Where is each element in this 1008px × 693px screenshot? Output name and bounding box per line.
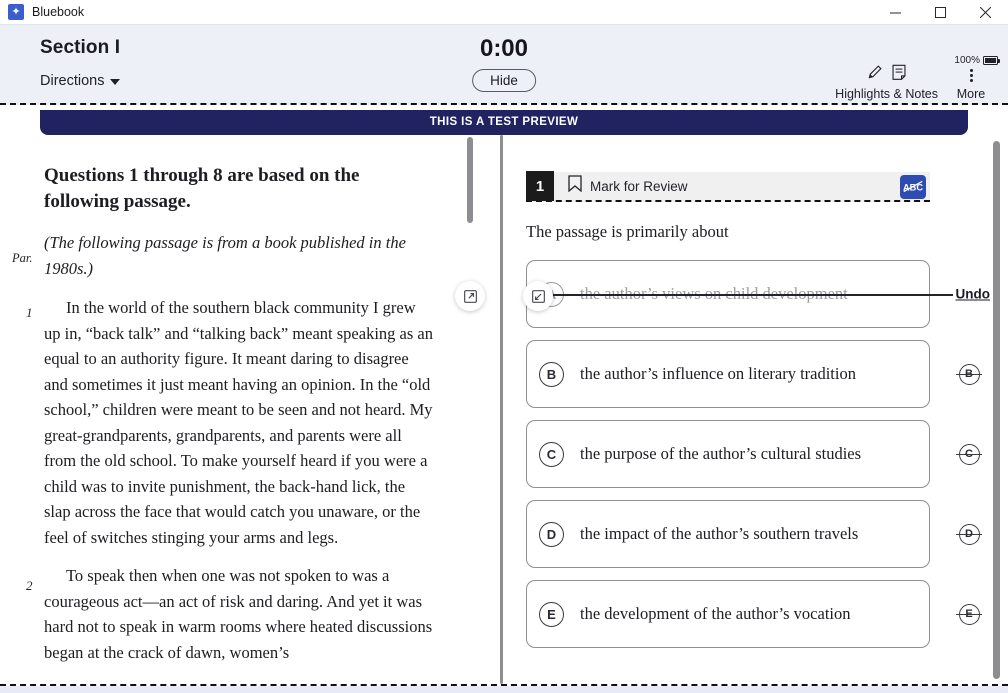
choice-row-b: B the author’s influence on literary tra…	[526, 340, 982, 408]
passage-paragraph-2: To speak then when one was not spoken to…	[44, 566, 433, 662]
main-content-area: Par. 1 2 Questions 1 through 8 are based…	[0, 135, 1008, 686]
highlighter-pen-icon	[866, 64, 883, 86]
minimize-icon[interactable]	[873, 0, 918, 25]
choice-row-a: A the author’s views on child developmen…	[526, 260, 990, 328]
answer-choice-b[interactable]: B the author’s influence on literary tra…	[526, 340, 930, 408]
choice-row-d: D the impact of the author’s southern tr…	[526, 500, 982, 568]
close-icon[interactable]	[963, 0, 1008, 25]
expand-right-panel-icon[interactable]	[523, 281, 553, 311]
test-preview-banner-wrap: THIS IS A TEST PREVIEW	[0, 105, 1008, 135]
eliminate-letter-c: C	[958, 443, 980, 465]
notes-page-icon	[891, 64, 907, 86]
footer-bar	[0, 686, 1008, 693]
question-stem: The passage is primarily about	[526, 222, 729, 241]
eliminate-letter-b: B	[958, 363, 980, 385]
svg-text:ABC: ABC	[903, 183, 923, 193]
passage-heading: Questions 1 through 8 are based on the f…	[44, 165, 360, 212]
paragraph-marker-label: Par.	[12, 251, 33, 265]
choice-text-b: the author’s influence on literary tradi…	[580, 364, 856, 384]
passage-paragraph-1: In the world of the southern black commu…	[44, 298, 433, 547]
bluebook-logo-icon: ✦	[8, 4, 24, 20]
test-preview-banner: THIS IS A TEST PREVIEW	[40, 110, 968, 135]
choice-text-a: the author’s views on child development	[580, 284, 848, 304]
mark-for-review-label: Mark for Review	[590, 178, 688, 194]
eliminate-letter-d: D	[958, 523, 980, 545]
paragraph-number-1: 1	[26, 305, 33, 320]
logo-glyph: ✦	[11, 5, 21, 18]
battery-icon	[983, 56, 1000, 65]
passage-intro-note: (The following passage is from a book pu…	[44, 233, 406, 278]
directions-dropdown[interactable]: Directions	[40, 73, 121, 89]
passage-pane: Par. 1 2 Questions 1 through 8 are based…	[0, 135, 482, 684]
answer-choice-a[interactable]: A the author’s views on child developmen…	[526, 260, 930, 328]
answer-choice-c[interactable]: C the purpose of the author’s cultural s…	[526, 420, 930, 488]
choice-letter-b: B	[539, 361, 564, 387]
expand-left-panel-icon[interactable]	[455, 281, 485, 311]
chevron-down-icon	[110, 79, 121, 85]
eliminate-choice-d-button[interactable]: D	[956, 521, 982, 547]
window-title-bar: ✦ Bluebook	[0, 0, 1008, 25]
passage-scrollbar-thumb[interactable]	[467, 137, 473, 223]
choice-row-e: E the development of the author’s vocati…	[526, 580, 982, 648]
more-menu-button[interactable]: More	[946, 65, 996, 101]
choice-letter-c: C	[539, 441, 564, 467]
answer-choice-d[interactable]: D the impact of the author’s southern tr…	[526, 500, 930, 568]
eliminate-letter-e: E	[958, 603, 980, 625]
highlights-notes-button[interactable]: Highlights & Notes	[835, 64, 938, 101]
choice-text-e: the development of the author’s vocation	[580, 604, 851, 624]
choice-letter-e: E	[539, 601, 564, 627]
bookmark-icon	[568, 175, 582, 197]
more-label: More	[956, 87, 986, 101]
undo-elimination-a-button[interactable]: Undo	[952, 286, 990, 302]
question-panel: 1 Mark for Review ABC The passage is pri…	[482, 135, 1008, 648]
mark-for-review-button[interactable]: Mark for Review	[568, 175, 688, 197]
directions-label: Directions	[40, 73, 105, 89]
choice-row-c: C the purpose of the author’s cultural s…	[526, 420, 982, 488]
app-title: Bluebook	[32, 5, 85, 19]
question-header: 1 Mark for Review ABC	[526, 171, 930, 202]
eliminate-choice-e-button[interactable]: E	[956, 601, 982, 627]
more-vertical-dots-icon	[946, 65, 996, 85]
eliminate-choice-c-button[interactable]: C	[956, 441, 982, 467]
passage-text-container: Questions 1 through 8 are based on the f…	[0, 135, 482, 665]
eliminate-choice-b-button[interactable]: B	[956, 361, 982, 387]
answer-choice-e[interactable]: E the development of the author’s vocati…	[526, 580, 930, 648]
choice-text-c: the purpose of the author’s cultural stu…	[580, 444, 862, 464]
maximize-icon[interactable]	[918, 0, 963, 25]
question-pane: 1 Mark for Review ABC The passage is pri…	[482, 135, 1008, 684]
question-scrollbar-thumb[interactable]	[993, 141, 1000, 679]
choice-letter-d: D	[539, 521, 564, 547]
question-number-badge: 1	[526, 171, 554, 201]
paragraph-number-2: 2	[26, 578, 33, 593]
choice-text-d: the impact of the author’s southern trav…	[580, 524, 859, 544]
hide-timer-button[interactable]: Hide	[472, 69, 536, 92]
timer-display: 0:00	[479, 35, 529, 62]
abc-strikethrough-icon[interactable]: ABC	[900, 175, 926, 199]
window-controls	[873, 0, 1008, 25]
highlights-notes-label: Highlights & Notes	[835, 87, 938, 101]
exam-header: Section I Directions 0:00 Hide 100% High…	[0, 25, 1008, 105]
